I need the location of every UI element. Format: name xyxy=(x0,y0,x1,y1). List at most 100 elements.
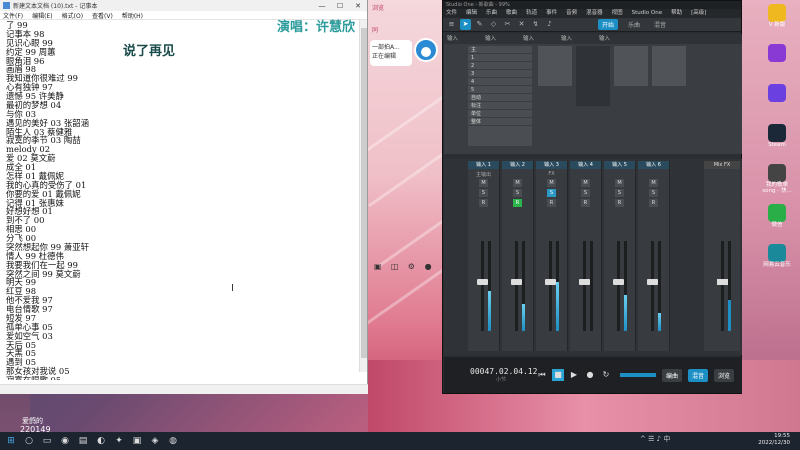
solo-button[interactable]: S xyxy=(479,189,488,197)
track-row[interactable]: 1 xyxy=(468,54,532,62)
studio-menu-item[interactable]: [高级] xyxy=(691,10,706,16)
channel-fader[interactable] xyxy=(583,241,586,331)
task-view-icon[interactable]: ▭ xyxy=(40,435,54,447)
desktop-icon[interactable]: 网易云音乐 xyxy=(760,244,794,268)
arrow-tool-icon[interactable]: ➤ xyxy=(460,19,471,30)
edit-view-button[interactable]: 编曲 xyxy=(662,368,683,382)
studio-menu-item[interactable]: 文件 xyxy=(446,10,457,16)
record-arm-button[interactable]: R xyxy=(513,199,522,207)
app-icon[interactable]: ✦ xyxy=(112,435,126,447)
channel-fader[interactable] xyxy=(617,241,620,331)
mute-button[interactable]: M xyxy=(513,179,522,187)
mid-sidebar-item[interactable]: 浏览 xyxy=(370,3,442,15)
menu-help[interactable]: 帮助(H) xyxy=(122,11,143,20)
arrangement-column-header[interactable]: 输入 xyxy=(444,34,482,44)
split-tool-icon[interactable]: ✂ xyxy=(502,19,513,30)
mixer-channel-strip[interactable]: 输入 2 MSR xyxy=(502,161,534,351)
windows-start-icon[interactable]: ⊞ xyxy=(4,435,18,447)
menu-file[interactable]: 文件(F) xyxy=(3,11,23,20)
eraser-tool-icon[interactable]: ◇ xyxy=(488,19,499,30)
channel-name[interactable]: 输入 4 xyxy=(570,161,601,169)
mixer-channel-strip[interactable]: 输入 3 FX M S R xyxy=(536,161,568,351)
edge-icon[interactable]: ◐ xyxy=(94,435,108,447)
tab-mix[interactable]: 混音 xyxy=(650,19,670,30)
browse-view-button[interactable]: 浏览 xyxy=(714,368,735,382)
record-arm-button[interactable]: R xyxy=(479,199,488,207)
insert-slot[interactable] xyxy=(652,46,686,86)
solo-button[interactable]: S xyxy=(547,189,556,197)
menu-edit[interactable]: 编辑(E) xyxy=(32,11,52,20)
channel-name[interactable]: 输入 2 xyxy=(502,161,533,169)
gear-icon[interactable]: ⚙ xyxy=(408,262,422,271)
image-icon[interactable]: ▣ xyxy=(374,262,388,271)
desktop-icon[interactable] xyxy=(760,44,794,62)
menu-view[interactable]: 查看(V) xyxy=(92,11,113,20)
channel-name[interactable]: 输入 3 xyxy=(536,161,567,169)
rewind-icon[interactable]: ⏮ xyxy=(536,369,548,381)
studio-menu-item[interactable]: 编辑 xyxy=(466,10,477,16)
track-row[interactable]: 2 xyxy=(468,62,532,70)
insert-slot[interactable] xyxy=(538,46,572,86)
channel-fader-knob[interactable] xyxy=(545,279,556,285)
channel-fader-knob[interactable] xyxy=(511,279,522,285)
mixer-channel-strip[interactable]: 输入 1 主输出 M S R xyxy=(468,161,500,351)
mix-view-button[interactable]: 混音 xyxy=(688,368,709,382)
studio-one-window[interactable]: Studio One - 新歌曲 - 99% 文件 编辑 乐曲 歌曲 轨道 事件 音频 混音器… xyxy=(442,0,742,394)
record-arm-button[interactable]: R xyxy=(547,199,556,207)
record-arm-button[interactable]: R xyxy=(615,199,624,207)
solo-button[interactable]: S xyxy=(615,189,624,197)
pencil-tool-icon[interactable]: ✎ xyxy=(474,19,485,30)
main-out-strip[interactable]: Mix FX xyxy=(704,161,740,351)
main-out-fader-knob[interactable] xyxy=(717,279,728,285)
app-icon[interactable]: ▣ xyxy=(130,435,144,447)
solo-button[interactable]: S xyxy=(513,189,522,197)
mute-button[interactable]: M xyxy=(615,179,624,187)
mute-tool-icon[interactable]: ✕ xyxy=(516,19,527,30)
desktop-icon[interactable]: 微信 xyxy=(760,204,794,228)
menu-format[interactable]: 格式(O) xyxy=(62,11,83,20)
studio-menu-item[interactable]: 歌曲 xyxy=(506,10,517,16)
notepad-scrollbar[interactable] xyxy=(359,20,367,372)
mute-button[interactable]: M xyxy=(649,179,658,187)
studio-menu-item[interactable]: 乐曲 xyxy=(486,10,497,16)
studio-menu-item[interactable]: 轨道 xyxy=(526,10,537,16)
stop-icon[interactable]: ■ xyxy=(552,369,564,381)
record-icon[interactable]: ● xyxy=(584,369,596,381)
mixer-channel-strip[interactable]: 输入 4 MSR xyxy=(570,161,602,351)
track-row[interactable]: 整体 xyxy=(468,118,532,126)
mixer-console[interactable]: Mix FX 输入 1 主输出 M S R 输入 2 M S R 输入 3 FX M S R 输入 4MSR… xyxy=(444,159,742,355)
track-row[interactable]: 标注 xyxy=(468,102,532,110)
track-list[interactable]: 主 1 2 3 4 5 自动 标注 单位 整体 xyxy=(468,46,532,146)
mute-button[interactable]: M xyxy=(547,179,556,187)
clock[interactable]: 19:55 2022/12/30 xyxy=(758,433,790,447)
channel-fader-knob[interactable] xyxy=(579,279,590,285)
hamburger-icon[interactable]: ≡ xyxy=(446,19,457,30)
chrome-icon[interactable]: ◉ xyxy=(58,435,72,447)
desktop-icon[interactable]: 我的歌单 song - 快... xyxy=(760,164,794,194)
channel-name[interactable]: 输入 6 xyxy=(638,161,669,169)
tray-network-icon[interactable]: ☰ xyxy=(648,435,654,443)
arrangement-column-header[interactable]: 输入 xyxy=(558,34,596,44)
record-arm-button[interactable]: R xyxy=(581,199,590,207)
play-icon[interactable]: ▶ xyxy=(568,369,580,381)
channel-name[interactable]: 输入 5 xyxy=(604,161,635,169)
channel-fader[interactable] xyxy=(549,241,552,331)
tray-chevron-icon[interactable]: ^ xyxy=(640,435,646,443)
channel-fader[interactable] xyxy=(651,241,654,331)
mid-sidebar-item[interactable]: 同 xyxy=(370,25,442,37)
insert-slot[interactable] xyxy=(614,46,648,86)
mixer-channel-strip[interactable]: 输入 5 MSR xyxy=(604,161,636,351)
tab-song[interactable]: 乐曲 xyxy=(624,19,644,30)
track-row[interactable]: 主 xyxy=(468,46,532,54)
search-icon[interactable]: ○ xyxy=(22,435,36,447)
studio-menu-item[interactable]: 音频 xyxy=(566,10,577,16)
track-row[interactable]: 单位 xyxy=(468,110,532,118)
track-row[interactable]: 3 xyxy=(468,70,532,78)
record-arm-button[interactable]: R xyxy=(649,199,658,207)
listen-tool-icon[interactable]: ♪ xyxy=(544,19,555,30)
studio-menu-item[interactable]: 帮助 xyxy=(671,10,682,16)
studio-menu-item[interactable]: 视图 xyxy=(612,10,623,16)
tray-volume-icon[interactable]: ♪ xyxy=(657,435,661,443)
chat-icon[interactable]: ◫ xyxy=(391,262,405,271)
channel-fader-knob[interactable] xyxy=(647,279,658,285)
